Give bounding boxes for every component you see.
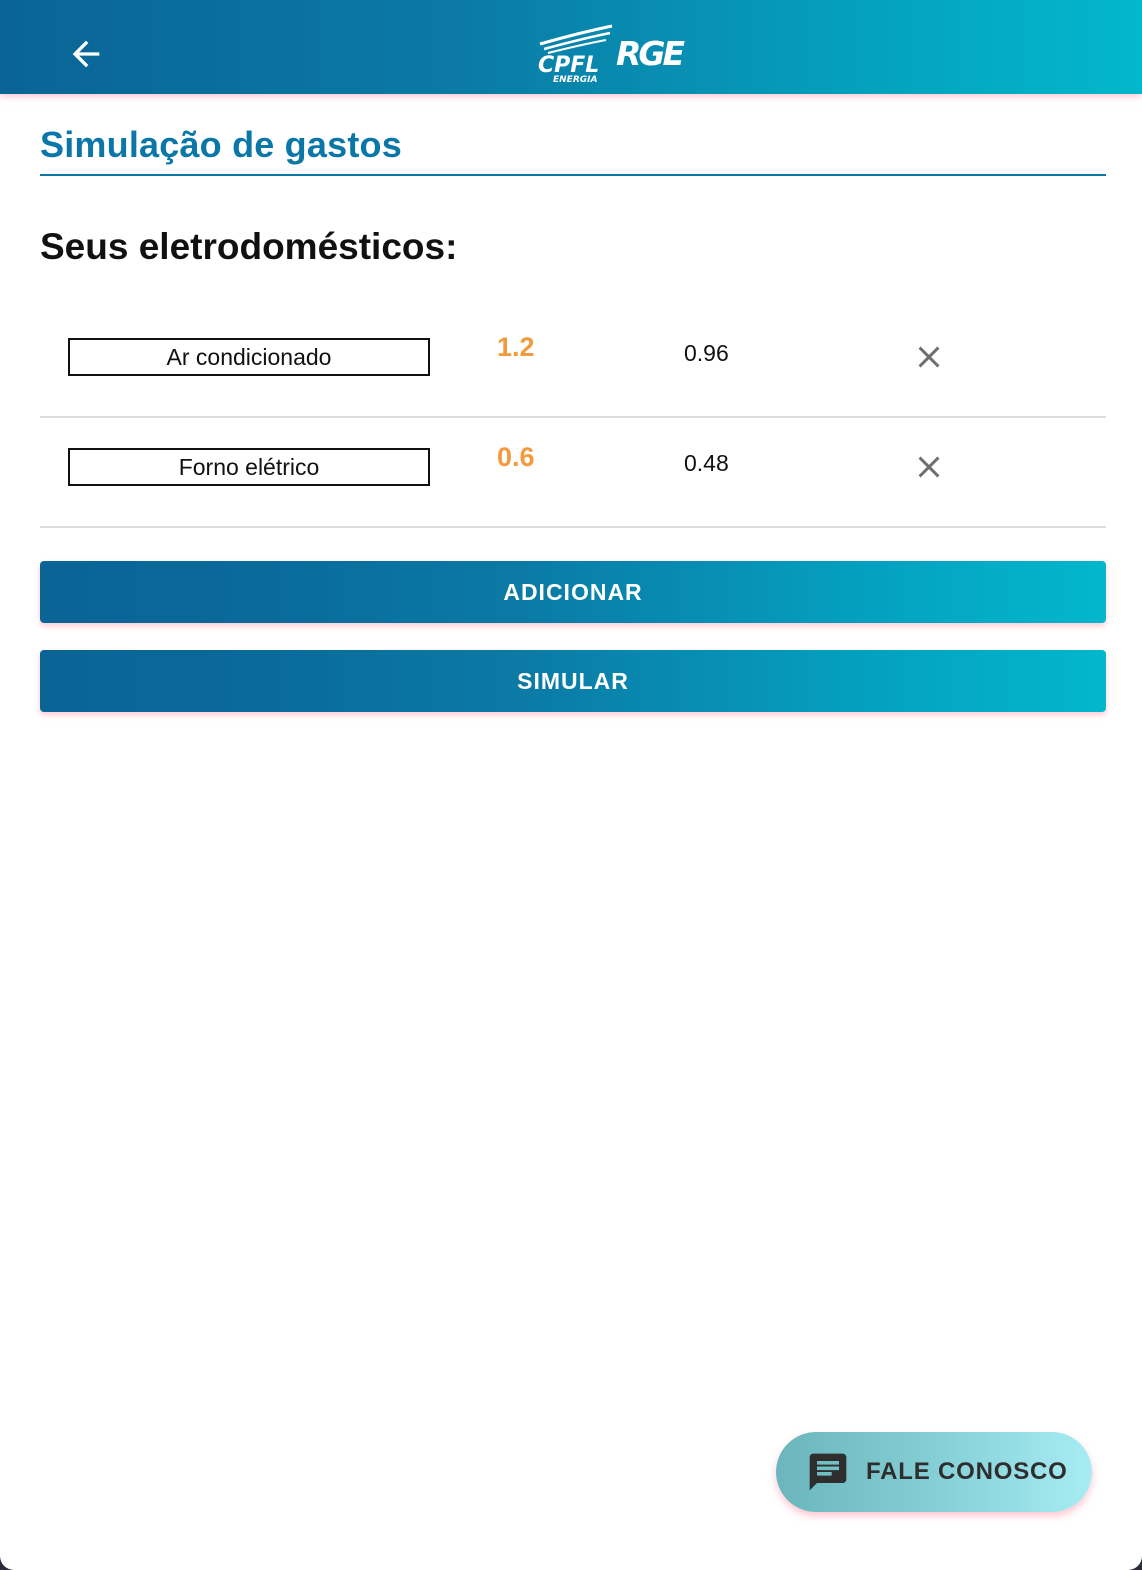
title-divider [40, 174, 1106, 176]
page-title: Simulação de gastos [40, 124, 402, 165]
appliance-name-field[interactable]: Forno elétrico [68, 448, 430, 486]
close-icon [918, 346, 940, 368]
appliance-row: Ar condicionado 1.2 0.96 [40, 306, 1106, 418]
svg-text:RGE: RGE [616, 34, 685, 73]
appliance-consumption-value: 0.96 [684, 340, 729, 366]
close-icon [918, 456, 940, 478]
appliance-consumption-value: 0.48 [684, 450, 729, 476]
appliance-row: Forno elétrico 0.6 0.48 [40, 416, 1106, 528]
simulate-button[interactable]: SIMULAR [40, 650, 1106, 712]
app-header: CPFL ENERGIA RGE [0, 0, 1142, 94]
arrow-left-icon [72, 40, 100, 68]
appliance-hours-value: 0.6 [497, 442, 535, 472]
svg-text:ENERGIA: ENERGIA [553, 75, 597, 85]
cpfl-rge-logo: CPFL ENERGIA RGE [538, 24, 688, 85]
contact-us-fab[interactable]: FALE CONOSCO [776, 1432, 1092, 1512]
remove-appliance-button[interactable] [906, 444, 952, 490]
appliance-name-field[interactable]: Ar condicionado [68, 338, 430, 376]
remove-appliance-button[interactable] [906, 334, 952, 380]
add-appliance-button[interactable]: ADICIONAR [40, 561, 1106, 623]
app-screen: CPFL ENERGIA RGE Simulação de gastos Seu… [0, 0, 1142, 1570]
chat-message-icon [809, 1453, 847, 1491]
section-title: Seus eletrodomésticos: [40, 226, 458, 267]
appliance-hours-value: 1.2 [497, 332, 535, 362]
contact-us-label: FALE CONOSCO [866, 1458, 1068, 1485]
back-button[interactable] [58, 26, 114, 82]
